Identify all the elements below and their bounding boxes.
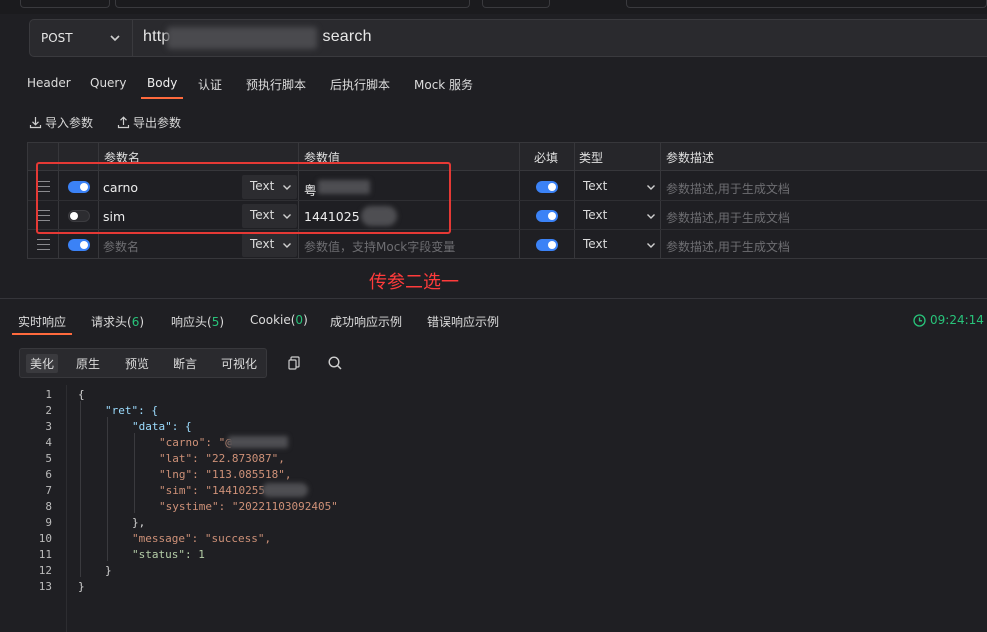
response-body-viewer[interactable]: 1 2 3 4 5 6 7 8 9 10 11 12 13 { "ret": {…: [0, 385, 987, 632]
view-mode-assert[interactable]: 断言: [173, 355, 197, 372]
json-line: "message": "success",: [132, 532, 272, 545]
tab-body[interactable]: Body: [141, 76, 184, 99]
param-name-input[interactable]: 参数名: [103, 238, 139, 255]
json-line: "status": 1: [132, 548, 205, 561]
tab-success-example[interactable]: 成功响应示例: [330, 313, 402, 330]
json-line: }: [78, 580, 85, 593]
chevron-down-icon: [110, 35, 120, 42]
tab-realtime-response[interactable]: 实时响应: [12, 313, 73, 335]
tab-request-headers[interactable]: 请求头(6): [91, 313, 144, 330]
json-line: "systime": "20221103092405": [159, 500, 338, 513]
field-type-select[interactable]: Text: [242, 233, 297, 257]
clock-icon: [913, 313, 926, 327]
chevron-down-icon: [283, 243, 291, 248]
param-value-input[interactable]: 参数值，支持Mock字段变量: [304, 238, 455, 255]
required-toggle[interactable]: [536, 181, 558, 193]
tab-mock-service[interactable]: Mock 服务: [414, 76, 473, 93]
param-row-new: 参数名 Text 参数值，支持Mock字段变量 Text 参数描述,用于生成文档: [28, 230, 987, 259]
param-description-input[interactable]: 参数描述,用于生成文档: [666, 180, 790, 197]
required-toggle[interactable]: [536, 210, 558, 222]
type-select[interactable]: Text: [575, 233, 661, 257]
json-line: "sim": "14410255: [159, 484, 265, 497]
redacted-url-segment: [167, 27, 317, 49]
tab-response-headers[interactable]: 响应头(5): [171, 313, 224, 330]
tab-post-script[interactable]: 后执行脚本: [330, 76, 390, 93]
json-line: "data": {: [132, 420, 192, 433]
method-label: POST: [41, 31, 73, 45]
toolbar-fragment: [115, 0, 470, 8]
tab-auth[interactable]: 认证: [198, 76, 222, 93]
active-tab-underline: [12, 333, 73, 335]
json-line: {: [78, 388, 85, 401]
toolbar-fragment: [20, 0, 110, 8]
chevron-down-icon: [647, 243, 655, 248]
param-description-input[interactable]: 参数描述,用于生成文档: [666, 209, 790, 226]
json-line: "ret": {: [105, 404, 158, 417]
json-line: },: [132, 516, 146, 529]
redacted-value: [262, 483, 308, 497]
panel-divider[interactable]: [0, 298, 987, 299]
param-description-input[interactable]: 参数描述,用于生成文档: [666, 238, 790, 255]
json-line: "lng": "113.085518",: [159, 468, 292, 481]
view-mode-preview[interactable]: 预览: [125, 355, 149, 372]
toolbar-fragment: [482, 0, 550, 8]
header-type: 类型: [579, 151, 604, 165]
copy-icon[interactable]: [286, 355, 302, 371]
json-line: }: [105, 564, 112, 577]
view-mode-switcher: 美化 原生 预览 断言 可视化: [19, 348, 267, 378]
chevron-down-icon: [647, 214, 655, 219]
type-select[interactable]: Text: [575, 175, 661, 199]
top-toolbar-strip: [0, 0, 987, 14]
json-line: "carno": "@: [159, 436, 232, 449]
view-mode-raw[interactable]: 原生: [76, 355, 100, 372]
json-line: "lat": "22.873087",: [159, 452, 285, 465]
search-icon[interactable]: [327, 355, 343, 371]
method-select[interactable]: POST: [30, 20, 133, 56]
tab-cookie[interactable]: Cookie(0): [250, 313, 308, 327]
annotation-text: 传参二选一: [369, 272, 459, 293]
type-select[interactable]: Text: [575, 204, 661, 228]
annotation-highlight-box: [36, 162, 451, 234]
tab-error-example[interactable]: 错误响应示例: [427, 313, 499, 330]
export-params-button[interactable]: 导出参数: [117, 114, 181, 131]
download-icon: [29, 117, 42, 129]
tab-header[interactable]: Header: [27, 76, 71, 90]
tab-query[interactable]: Query: [90, 76, 126, 90]
response-time: 09:24:14: [913, 313, 984, 327]
redacted-value: [228, 436, 288, 448]
url-bar: POST http search: [29, 19, 987, 57]
active-tab-underline: [141, 97, 184, 99]
view-mode-visualize[interactable]: 可视化: [221, 355, 257, 372]
chevron-down-icon: [647, 185, 655, 190]
view-mode-pretty[interactable]: 美化: [26, 354, 59, 373]
header-required: 必填: [534, 151, 559, 165]
drag-handle-icon[interactable]: [37, 239, 50, 250]
param-enabled-toggle[interactable]: [68, 239, 90, 251]
required-toggle[interactable]: [536, 239, 558, 251]
header-description: 参数描述: [666, 151, 715, 165]
toolbar-fragment: [626, 0, 987, 8]
tab-pre-script[interactable]: 预执行脚本: [246, 76, 306, 93]
upload-icon: [117, 116, 130, 129]
import-params-button[interactable]: 导入参数: [29, 114, 93, 131]
